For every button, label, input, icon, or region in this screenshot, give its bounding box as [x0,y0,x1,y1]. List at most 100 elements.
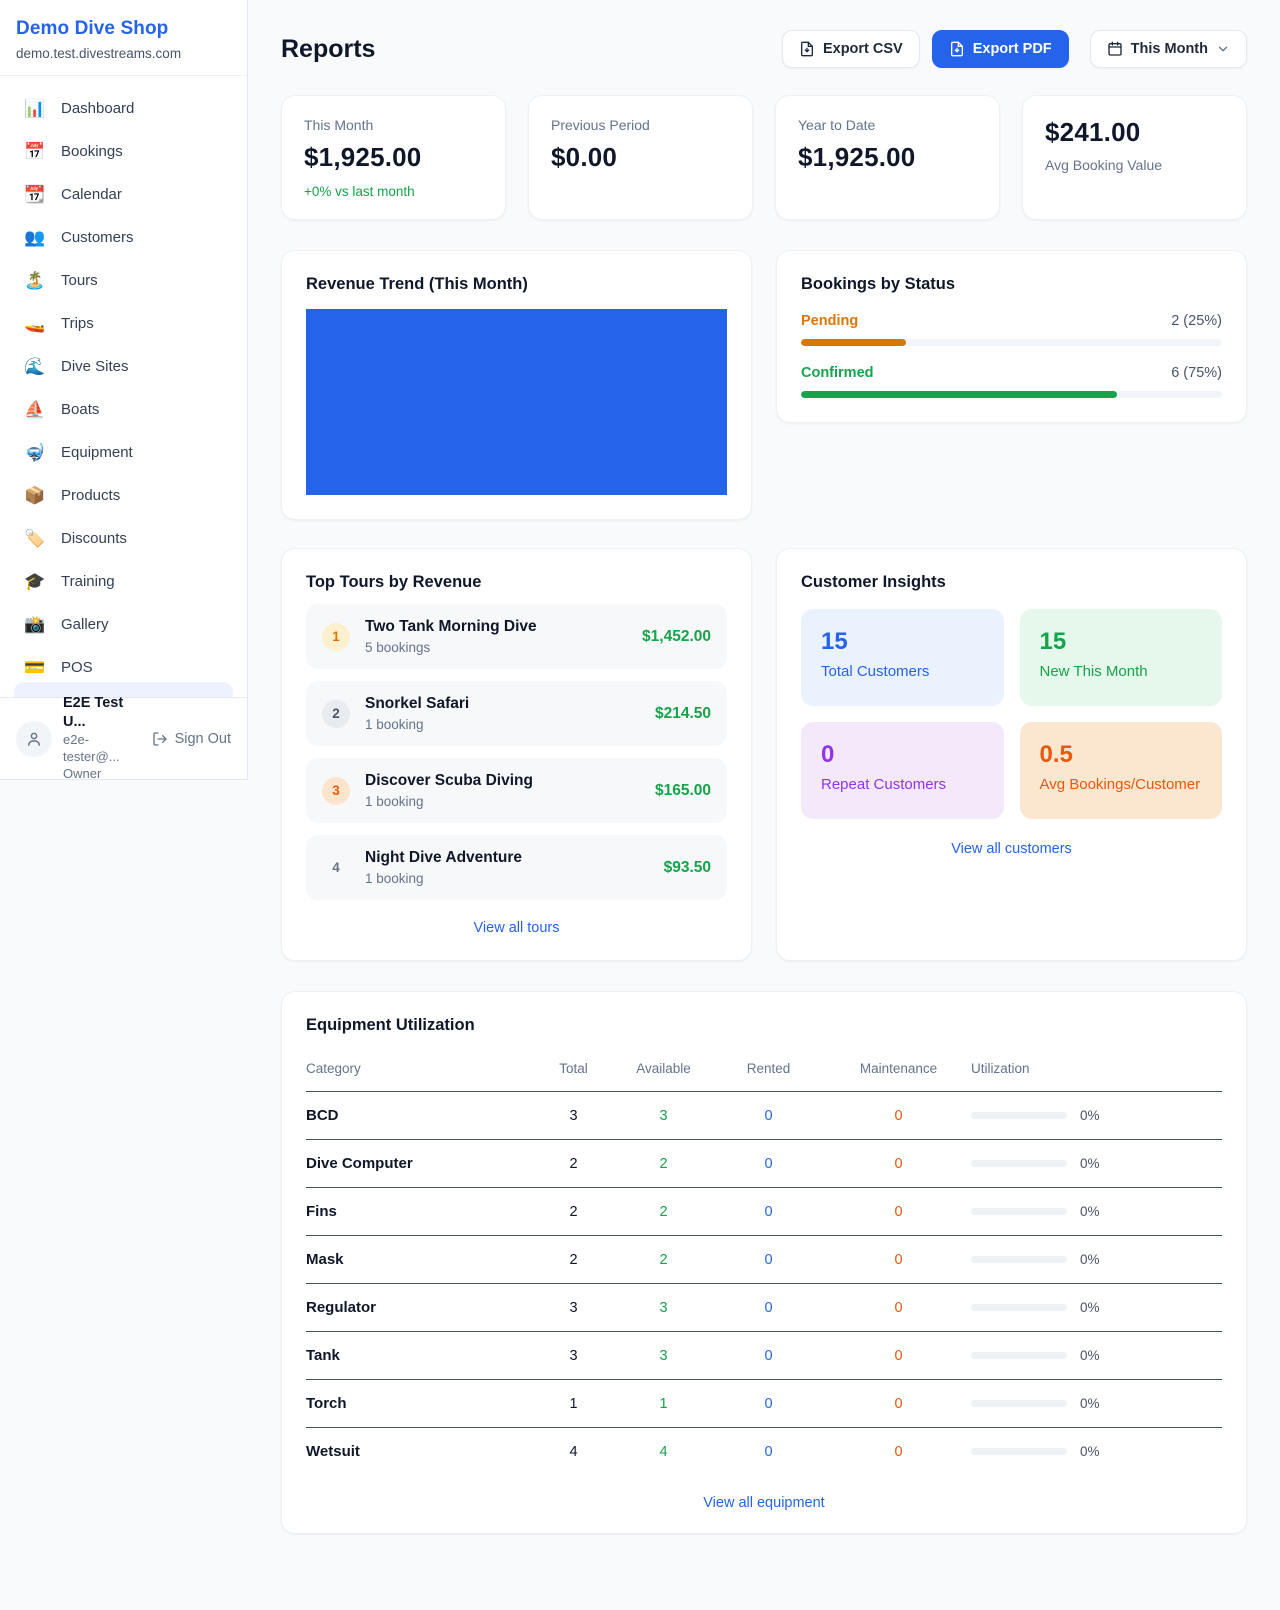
sidebar-item-trips[interactable]: 🚤 Trips [12,302,235,345]
table-header-row: Category Total Available Rented Maintena… [306,1049,1222,1092]
utilization-track [971,1208,1067,1215]
customer-insights-card: Customer Insights 15 Total Customers 15 … [776,548,1247,961]
view-all-tours-link[interactable]: View all tours [306,920,727,936]
utilization-track [971,1160,1067,1167]
cell-utilization: 0% [971,1380,1222,1428]
sidebar-item-boats[interactable]: ⛵ Boats [12,388,235,431]
sidebar-item-tours[interactable]: 🏝️ Tours [12,259,235,302]
cell-total: 2 [531,1140,616,1188]
sidebar-item-gallery[interactable]: 📸 Gallery [12,603,235,646]
sidebar-item-dive-sites[interactable]: 🌊 Dive Sites [12,345,235,388]
tile-value: 0.5 [1040,741,1203,769]
sidebar-item-equipment[interactable]: 🤿 Equipment [12,431,235,474]
tile-value: 15 [1040,628,1203,656]
insight-tiles: 15 Total Customers 15 New This Month 0 R… [801,609,1222,819]
tile-total-customers: 15 Total Customers [801,609,1004,706]
utilization-text: 0% [1080,1300,1100,1315]
cell-maintenance: 0 [826,1284,971,1332]
rank-badge: 1 [322,623,350,651]
sidebar-item-label: Dashboard [61,100,134,117]
status-row-pending: Pending 2 (25%) [801,313,1222,346]
stat-card-year-to-date: Year to Date $1,925.00 [775,95,1000,220]
sidebar-item-customers[interactable]: 👥 Customers [12,216,235,259]
shop-name: Demo Dive Shop [16,18,231,40]
status-row-confirmed: Confirmed 6 (75%) [801,365,1222,398]
file-download-icon [799,41,815,57]
stat-label: This Month [304,117,483,133]
cell-total: 3 [531,1284,616,1332]
cell-total: 2 [531,1236,616,1284]
shop-header: Demo Dive Shop demo.test.divestreams.com [0,0,247,76]
column-header-rented: Rented [711,1049,826,1092]
tile-value: 15 [821,628,984,656]
view-all-equipment-link[interactable]: View all equipment [306,1495,1222,1511]
cell-available: 2 [616,1140,711,1188]
stat-label: Avg Booking Value [1045,157,1224,173]
page-title: Reports [281,35,782,64]
sidebar-item-training[interactable]: 🎓 Training [12,560,235,603]
period-dropdown[interactable]: This Month [1090,30,1247,68]
sidebar-item-discounts[interactable]: 🏷️ Discounts [12,517,235,560]
sidebar-nav: 📊 Dashboard 📅 Bookings 📆 Calendar 👥 Cust… [0,76,247,689]
table-row: BCD 3 3 0 0 0% [306,1092,1222,1140]
revenue-trend-chart [306,309,727,495]
table-row: Mask 2 2 0 0 0% [306,1236,1222,1284]
utilization-track [971,1256,1067,1263]
customer-insights-title: Customer Insights [801,573,1222,592]
sidebar-item-calendar[interactable]: 📆 Calendar [12,173,235,216]
column-header-maintenance: Maintenance [826,1049,971,1092]
person-icon [25,730,43,748]
camera-icon: 📸 [24,616,46,633]
utilization-text: 0% [1080,1348,1100,1363]
top-tours-title: Top Tours by Revenue [306,573,727,592]
stat-card-avg-booking-value: $241.00 Avg Booking Value [1022,95,1247,220]
sidebar-item-label: Dive Sites [61,358,129,375]
sidebar-item-dashboard[interactable]: 📊 Dashboard [12,87,235,130]
tour-name: Two Tank Morning Dive [365,618,537,636]
table-row: Fins 2 2 0 0 0% [306,1188,1222,1236]
sidebar-item-bookings[interactable]: 📅 Bookings [12,130,235,173]
header-actions: Export CSV Export PDF This Month [782,30,1247,68]
sign-out-button[interactable]: Sign Out [152,731,231,747]
charts-row: Revenue Trend (This Month) Bookings by S… [281,250,1247,520]
tour-bookings: 1 booking [365,794,533,809]
island-icon: 🏝️ [24,272,46,289]
sidebar-item-label: Bookings [61,143,123,160]
sidebar: Demo Dive Shop demo.test.divestreams.com… [0,0,248,780]
tour-bookings: 1 booking [365,871,522,886]
status-label: Pending [801,313,858,329]
cell-maintenance: 0 [826,1428,971,1476]
utilization-track [971,1304,1067,1311]
cell-total: 4 [531,1428,616,1476]
cell-rented: 0 [711,1092,826,1140]
stat-label: Year to Date [798,117,977,133]
cell-category: Torch [306,1380,531,1428]
tour-amount: $1,452.00 [642,628,711,646]
cell-utilization: 0% [971,1332,1222,1380]
utilization-text: 0% [1080,1156,1100,1171]
diving-mask-icon: 🤿 [24,444,46,461]
view-all-customers-link[interactable]: View all customers [801,841,1222,857]
revenue-trend-card: Revenue Trend (This Month) [281,250,752,520]
tile-label: Total Customers [821,663,984,680]
sidebar-item-products[interactable]: 📦 Products [12,474,235,517]
cell-utilization: 0% [971,1236,1222,1284]
cell-available: 1 [616,1380,711,1428]
cell-maintenance: 0 [826,1140,971,1188]
export-pdf-button[interactable]: Export PDF [932,30,1069,68]
tag-icon: 🏷️ [24,530,46,547]
utilization-text: 0% [1080,1108,1100,1123]
equipment-table: Category Total Available Rented Maintena… [306,1049,1222,1475]
cell-maintenance: 0 [826,1236,971,1284]
cell-utilization: 0% [971,1428,1222,1476]
utilization-track [971,1112,1067,1119]
tour-amount: $165.00 [655,782,711,800]
export-csv-button[interactable]: Export CSV [782,30,920,68]
progress-track [801,391,1222,398]
cell-rented: 0 [711,1236,826,1284]
tile-label: Avg Bookings/Customer [1040,776,1203,793]
tile-value: 0 [821,741,984,769]
stat-label: Previous Period [551,117,730,133]
status-value: 6 (75%) [1171,365,1222,381]
cell-available: 3 [616,1332,711,1380]
